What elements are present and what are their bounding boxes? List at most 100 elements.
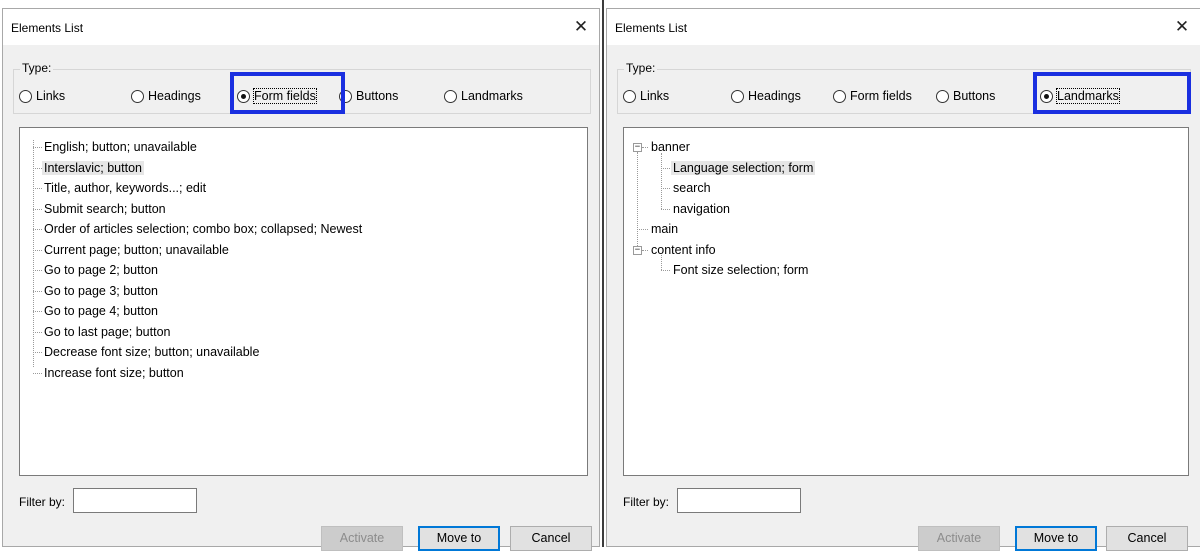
list-item-label: Title, author, keywords...; edit — [44, 181, 207, 195]
list-item-label: English; button; unavailable — [44, 140, 197, 154]
activate-button[interactable]: Activate — [918, 526, 1000, 551]
cancel-button[interactable]: Cancel — [510, 526, 592, 551]
list-item-label: Interslavic; button — [42, 160, 144, 175]
list-item[interactable]: Go to page 2; button — [42, 261, 160, 279]
radio-landmarks[interactable]: Landmarks — [1040, 86, 1120, 106]
list-item[interactable]: Go to page 4; button — [42, 302, 160, 320]
radio-links[interactable]: Links — [623, 86, 669, 106]
list-item[interactable]: Increase font size; button — [42, 364, 186, 382]
radio-circle — [833, 89, 846, 103]
tree-guide-line — [33, 208, 42, 210]
radio-form-fields[interactable]: Form fields — [833, 86, 912, 106]
list-item[interactable]: Title, author, keywords...; edit — [42, 179, 208, 197]
radio-label: Headings — [148, 89, 201, 103]
radio-circle — [444, 89, 457, 103]
list-item[interactable]: Submit search; button — [42, 200, 168, 218]
elements-list-dialog-landmarks: Elements List ✕ Type: Links Headings For… — [606, 8, 1200, 551]
tree-node-label: content info — [651, 242, 716, 257]
radio-label: Headings — [748, 89, 801, 103]
tree-guide-line — [33, 311, 42, 312]
tree-guide-line — [33, 167, 42, 169]
tree-child-node[interactable]: search — [671, 179, 713, 197]
activate-button[interactable]: Activate — [321, 526, 403, 551]
tree-guide-line — [33, 147, 42, 148]
radio-links[interactable]: Links — [19, 86, 65, 106]
tree-guide-line — [33, 372, 42, 374]
radio-circle — [339, 89, 352, 103]
radio-circle — [936, 89, 949, 103]
type-label: Type: — [20, 61, 54, 75]
title-bar: Elements List ✕ — [3, 9, 599, 45]
tree-guide-line — [33, 249, 42, 251]
list-item[interactable]: Decrease font size; button; unavailable — [42, 343, 261, 361]
list-item-label: Go to page 2; button — [44, 263, 158, 277]
tree-guide-line — [642, 147, 648, 148]
move-to-button[interactable]: Move to — [418, 526, 500, 551]
list-item[interactable]: Current page; button; unavailable — [42, 241, 231, 259]
radio-label: Links — [640, 89, 670, 103]
tree-node[interactable]: banner — [649, 138, 692, 156]
tree-child-node[interactable]: Language selection; form — [671, 159, 816, 177]
radio-label: Buttons — [953, 89, 996, 103]
tree-guide-line — [33, 270, 42, 271]
tree-guide-line — [33, 352, 42, 353]
filter-input[interactable] — [677, 488, 801, 513]
close-icon[interactable]: ✕ — [569, 15, 593, 39]
title-bar: Elements List ✕ — [607, 9, 1200, 45]
radio-headings[interactable]: Headings — [731, 86, 801, 106]
radio-buttons[interactable]: Buttons — [339, 86, 398, 106]
list-item-label: Decrease font size; button; unavailable — [44, 345, 260, 359]
radio-label: Landmarks — [1056, 88, 1120, 104]
radio-label: Buttons — [356, 89, 399, 103]
tree-node-label: Font size selection; form — [673, 263, 809, 277]
tree-guide-line — [661, 270, 670, 271]
close-icon[interactable]: ✕ — [1170, 15, 1194, 39]
tree-node[interactable]: content info — [649, 241, 718, 259]
tree-child-node[interactable]: Font size selection; form — [671, 261, 810, 279]
tree-guide-line — [661, 208, 670, 210]
tree-node-label: Language selection; form — [671, 160, 816, 175]
radio-label: Form fields — [253, 88, 317, 104]
radio-headings[interactable]: Headings — [131, 86, 201, 106]
filter-label: Filter by: — [623, 495, 670, 509]
tree-guide-line — [33, 290, 42, 292]
tree-child-node[interactable]: navigation — [671, 200, 732, 218]
list-item[interactable]: Go to last page; button — [42, 323, 172, 341]
radio-circle — [731, 89, 744, 103]
radio-circle — [19, 89, 32, 103]
cancel-button[interactable]: Cancel — [1106, 526, 1188, 551]
tree-node-label: search — [673, 181, 711, 195]
radio-landmarks[interactable]: Landmarks — [444, 86, 523, 106]
move-to-button[interactable]: Move to — [1015, 526, 1097, 551]
list-item[interactable]: Order of articles selection; combo box; … — [42, 220, 364, 238]
landmarks-tree[interactable]: − banner Language selection; form search nav… — [623, 127, 1189, 476]
radio-label: Links — [36, 89, 66, 103]
radio-buttons[interactable]: Buttons — [936, 86, 995, 106]
tree-guide-line — [33, 188, 42, 189]
filter-input[interactable] — [73, 488, 197, 513]
radio-circle-checked — [237, 89, 250, 103]
dialog-title: Elements List — [615, 21, 688, 35]
tree-node[interactable]: main — [649, 220, 680, 238]
tree-guide-line — [642, 249, 648, 251]
collapse-icon[interactable]: − — [633, 245, 642, 255]
list-item[interactable]: Go to page 3; button — [42, 282, 160, 300]
tree-node-label: banner — [651, 140, 690, 154]
list-item-label: Current page; button; unavailable — [44, 242, 229, 257]
list-item-label: Go to last page; button — [44, 324, 171, 339]
elements-listbox[interactable]: English; button; unavailable Interslavic;… — [19, 127, 588, 476]
radio-form-fields[interactable]: Form fields — [237, 86, 317, 106]
tree-guide-line — [661, 188, 670, 189]
tree-guide-line — [637, 152, 638, 246]
list-item[interactable]: English; button; unavailable — [42, 138, 199, 156]
list-item-label: Go to page 3; button — [44, 283, 158, 298]
tree-node-label: navigation — [673, 201, 730, 216]
tree-guide-line — [637, 229, 648, 230]
list-item[interactable]: Interslavic; button — [42, 159, 144, 177]
filter-label: Filter by: — [19, 495, 66, 509]
collapse-icon[interactable]: − — [633, 143, 642, 152]
radio-circle-checked — [1040, 89, 1053, 103]
radio-circle — [623, 89, 636, 103]
dialog-divider — [602, 0, 604, 547]
radio-circle — [131, 89, 144, 103]
